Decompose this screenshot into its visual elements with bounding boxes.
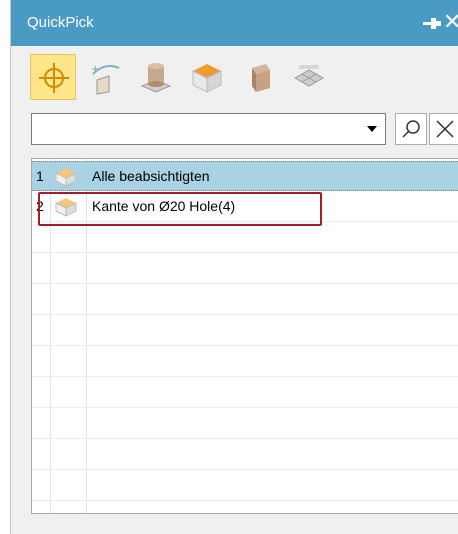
cylinder-body-button[interactable]	[132, 54, 178, 100]
clear-button[interactable]	[429, 113, 458, 145]
edge-curve-icon: +	[91, 64, 120, 95]
empty-row	[32, 471, 458, 501]
face-cube-button[interactable]	[183, 54, 229, 100]
crosshair-icon	[39, 63, 69, 93]
empty-row	[32, 223, 458, 253]
empty-row	[32, 378, 458, 408]
empty-row	[32, 409, 458, 439]
cylinder-body-icon	[140, 63, 172, 93]
empty-row	[32, 254, 458, 284]
search-button[interactable]	[395, 113, 427, 145]
annotation-highlight	[38, 192, 322, 226]
empty-row	[32, 285, 458, 315]
pin-icon[interactable]	[421, 12, 443, 34]
filter-combobox[interactable]	[31, 113, 386, 145]
solid-body-icon	[252, 64, 270, 92]
svg-text:+: +	[91, 64, 99, 75]
row-label: Alle beabsichtigten	[92, 168, 210, 184]
search-icon	[402, 120, 420, 138]
empty-row	[32, 440, 458, 470]
window-title: QuickPick	[27, 14, 94, 31]
chevron-down-icon[interactable]	[365, 123, 379, 135]
face-cube-icon	[192, 64, 222, 93]
title-bar: QuickPick ✕	[11, 0, 458, 46]
mesh-face-button[interactable]	[285, 54, 331, 100]
crosshair-button[interactable]	[30, 54, 76, 100]
list-item-1[interactable]: 1 Alle beabsichtigten	[32, 161, 458, 191]
row-number: 1	[36, 168, 44, 184]
empty-row	[32, 316, 458, 346]
edge-curve-button[interactable]: +	[81, 54, 127, 100]
quickpick-panel: QuickPick ✕ + 1 Alle beabsichtigten 2 Ka…	[10, 0, 458, 534]
close-icon[interactable]: ✕	[443, 10, 458, 34]
solid-body-button[interactable]	[234, 54, 280, 100]
empty-row	[32, 347, 458, 377]
clear-x-icon	[436, 120, 454, 138]
body-icon	[55, 168, 77, 187]
mesh-face-icon	[293, 65, 325, 87]
